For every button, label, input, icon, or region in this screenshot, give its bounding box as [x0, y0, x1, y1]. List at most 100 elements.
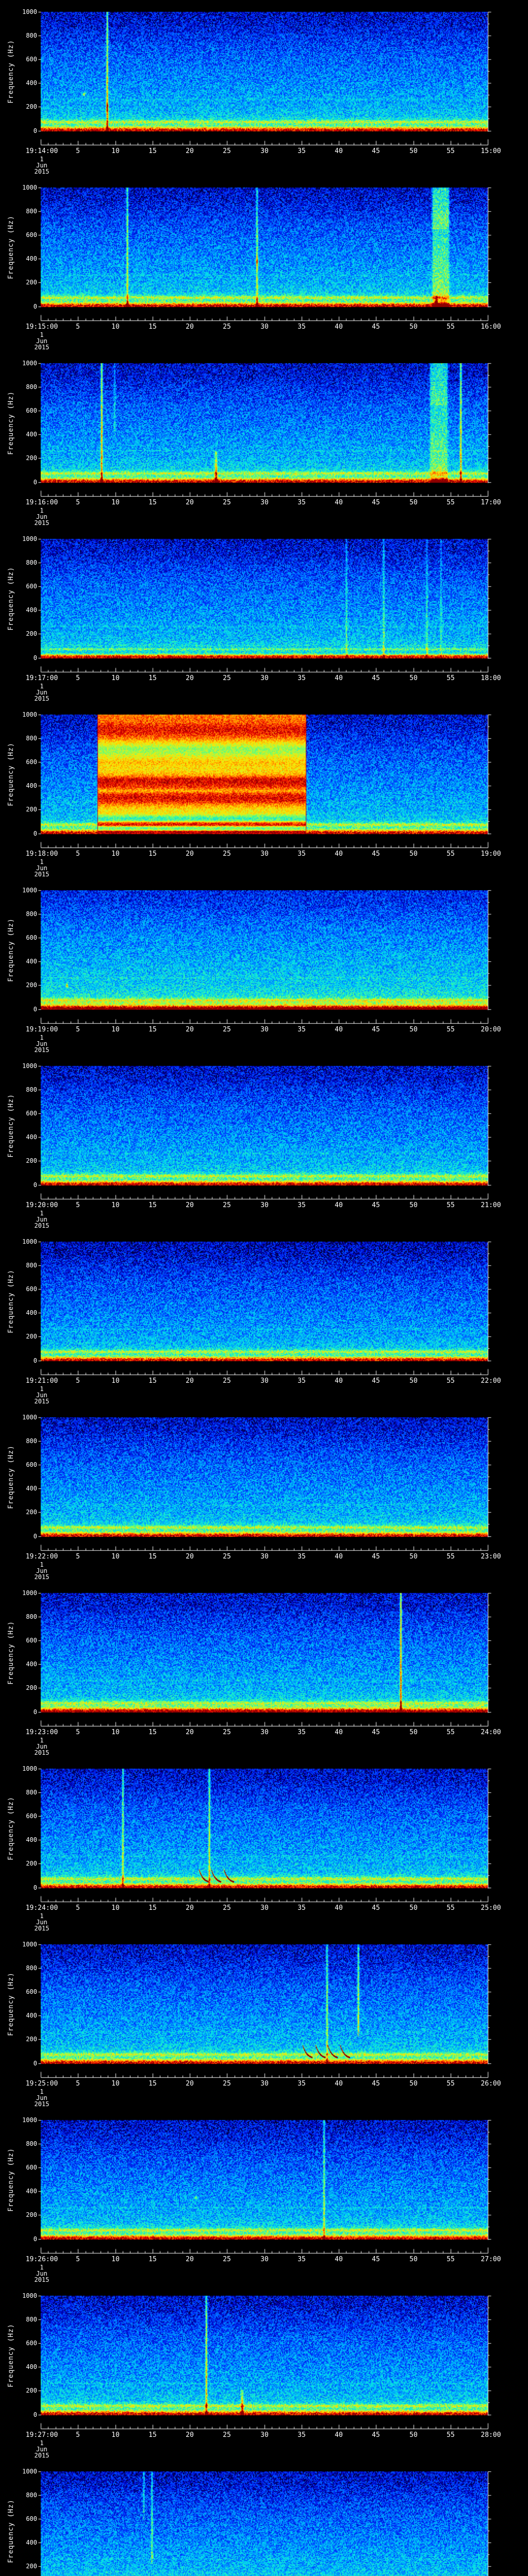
y-tick-label: 200 — [26, 2036, 37, 2043]
y-tick-label: 600 — [26, 1812, 37, 1820]
x-tick-label: 15 — [148, 1201, 157, 1209]
x-end-time-label: 21:00 — [481, 1201, 501, 1209]
x-tick-label: 45 — [372, 499, 380, 506]
y-tick-label: 1000 — [22, 2292, 37, 2299]
y-tick-label: 0 — [33, 2060, 37, 2067]
spectrogram-panel: Frequency (Hz) 0 200 400 600 800 1000 19:19:00 5… — [0, 878, 528, 1054]
y-tick-label: 600 — [26, 2515, 37, 2522]
x-tick-label: 20 — [186, 1026, 194, 1033]
spectrogram-canvas — [0, 2460, 528, 2576]
y-tick-label: 0 — [33, 127, 37, 134]
y-tick-label: 1000 — [22, 360, 37, 367]
x-tick-label: 50 — [409, 147, 418, 155]
x-start-time-label: 19:16:00 — [25, 499, 58, 506]
x-tick-label: 35 — [298, 674, 306, 682]
x-tick-label: 45 — [372, 1553, 380, 1561]
y-tick-label: 1000 — [22, 2116, 37, 2124]
y-tick-label: 800 — [26, 383, 37, 391]
x-tick-label: 25 — [223, 2080, 231, 2088]
x-tick-label: 50 — [409, 2256, 418, 2263]
x-tick-label: 35 — [298, 850, 306, 858]
x-tick-label: 20 — [186, 1553, 194, 1561]
x-tick-label: 20 — [186, 2080, 194, 2088]
y-tick-label: 400 — [26, 255, 37, 262]
y-tick-label: 200 — [26, 103, 37, 110]
x-tick-label: 40 — [335, 2256, 343, 2263]
x-tick-label: 20 — [186, 2431, 194, 2439]
y-tick-label: 800 — [26, 2492, 37, 2499]
x-end-time-label: 27:00 — [481, 2256, 501, 2263]
y-tick-label: 0 — [33, 2235, 37, 2243]
x-tick-label: 40 — [335, 147, 343, 155]
x-tick-label: 25 — [223, 147, 231, 155]
y-axis-title: Frequency (Hz) — [7, 215, 15, 279]
x-tick-label: 50 — [409, 1553, 418, 1561]
x-tick-label: 20 — [186, 1728, 194, 1736]
x-end-time-label: 19:00 — [481, 850, 501, 858]
y-tick-label: 600 — [26, 1285, 37, 1293]
x-tick-label: 5 — [76, 499, 80, 506]
y-tick-label: 0 — [33, 2411, 37, 2418]
x-tick-label: 30 — [260, 323, 269, 331]
y-tick-label: 800 — [26, 208, 37, 215]
x-tick-label: 25 — [223, 1026, 231, 1033]
x-tick-label: 25 — [223, 2431, 231, 2439]
spectrogram-panel: Frequency (Hz) 0 200 400 600 800 1000 19:26:00 5… — [0, 2108, 528, 2284]
x-tick-label: 45 — [372, 850, 380, 858]
spectrogram-panel: Frequency (Hz) 0 200 400 600 800 1000 19:25:00 5… — [0, 1933, 528, 2108]
x-end-time-label: 16:00 — [481, 323, 501, 331]
x-tick-label: 35 — [298, 2431, 306, 2439]
x-tick-label: 50 — [409, 674, 418, 682]
y-tick-label: 400 — [26, 2539, 37, 2546]
y-tick-label: 800 — [26, 2140, 37, 2147]
date-line: 2015 — [34, 168, 50, 175]
x-tick-label: 5 — [76, 1201, 80, 1209]
x-tick-label: 50 — [409, 850, 418, 858]
x-tick-label: 50 — [409, 2431, 418, 2439]
y-tick-label: 600 — [26, 231, 37, 239]
x-tick-label: 35 — [298, 2256, 306, 2263]
x-tick-label: 20 — [186, 147, 194, 155]
y-tick-label: 600 — [26, 1110, 37, 1117]
y-tick-label: 600 — [26, 56, 37, 63]
y-tick-label: 800 — [26, 1964, 37, 1972]
x-tick-label: 30 — [260, 1377, 269, 1385]
y-tick-label: 400 — [26, 1660, 37, 1668]
spectrogram-panel: Frequency (Hz) 0 200 400 600 800 1000 19:21:00 5… — [0, 1230, 528, 1405]
x-tick-label: 35 — [298, 1553, 306, 1561]
y-tick-label: 1000 — [22, 1238, 37, 1245]
date-line: 2015 — [34, 519, 50, 527]
x-tick-label: 30 — [260, 1728, 269, 1736]
y-tick-label: 600 — [26, 758, 37, 766]
y-tick-label: 800 — [26, 1086, 37, 1093]
x-tick-label: 40 — [335, 1728, 343, 1736]
x-tick-label: 30 — [260, 2080, 269, 2088]
y-tick-label: 600 — [26, 1637, 37, 1644]
x-tick-label: 55 — [447, 1377, 455, 1385]
y-tick-label: 600 — [26, 407, 37, 414]
x-tick-label: 55 — [447, 1026, 455, 1033]
y-axis-title: Frequency (Hz) — [7, 391, 15, 455]
x-tick-label: 5 — [76, 850, 80, 858]
x-tick-label: 40 — [335, 2431, 343, 2439]
x-tick-label: 5 — [76, 1377, 80, 1385]
y-tick-label: 800 — [26, 1789, 37, 1796]
x-tick-label: 50 — [409, 1026, 418, 1033]
y-tick-label: 800 — [26, 1613, 37, 1620]
x-tick-label: 30 — [260, 674, 269, 682]
x-tick-label: 50 — [409, 2080, 418, 2088]
y-axis-title: Frequency (Hz) — [7, 567, 15, 631]
x-start-time-label: 19:18:00 — [25, 850, 58, 858]
y-tick-label: 200 — [26, 1509, 37, 1516]
date-line: 2015 — [34, 871, 50, 878]
y-tick-label: 0 — [33, 1533, 37, 1540]
x-tick-label: 10 — [111, 1026, 120, 1033]
x-tick-label: 40 — [335, 1904, 343, 1912]
x-tick-label: 5 — [76, 1904, 80, 1912]
x-tick-label: 15 — [148, 323, 157, 331]
y-tick-label: 0 — [33, 1181, 37, 1189]
x-tick-label: 15 — [148, 674, 157, 682]
x-tick-label: 15 — [148, 147, 157, 155]
x-tick-label: 45 — [372, 1201, 380, 1209]
y-tick-label: 400 — [26, 2188, 37, 2195]
